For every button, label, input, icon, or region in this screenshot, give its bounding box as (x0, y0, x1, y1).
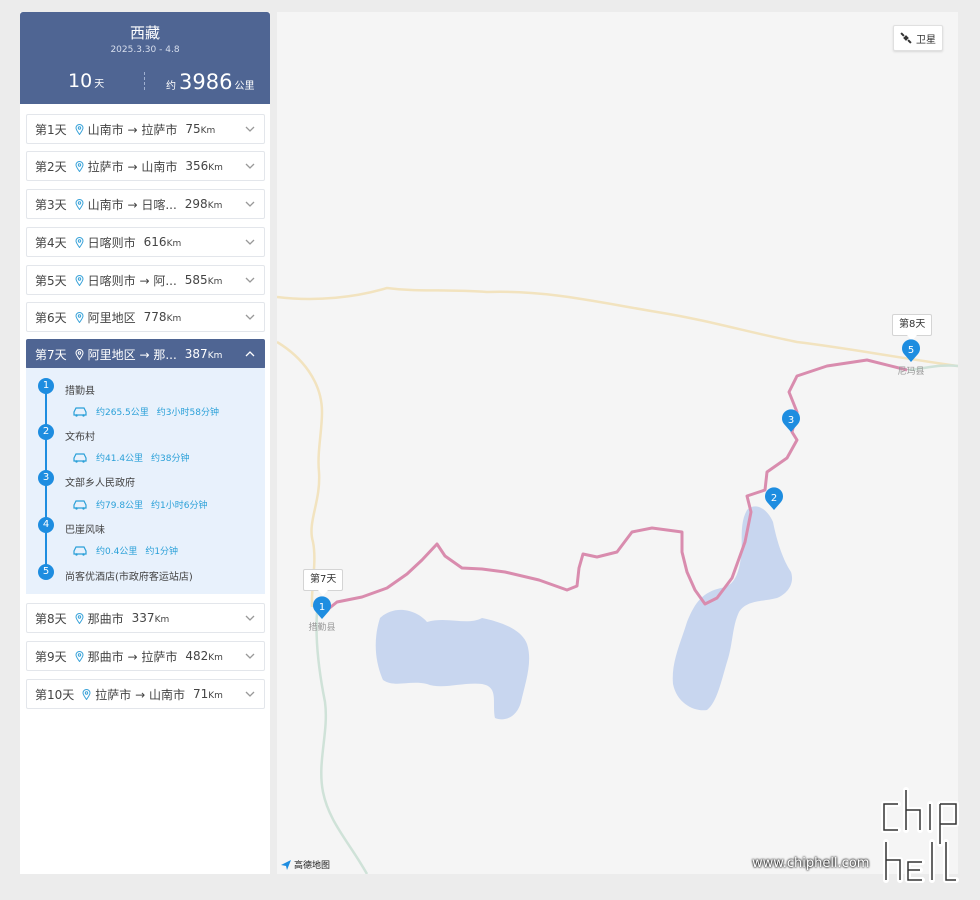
map-marker-1[interactable]: 1 (313, 596, 332, 619)
map-label-end: 尼玛县 (897, 366, 924, 377)
chiphell-logo (881, 787, 959, 883)
map-label-start: 措勤县 (308, 621, 335, 633)
marker-number: 3 (788, 415, 794, 426)
marker-number: 1 (319, 602, 325, 613)
map-marker-5[interactable]: 5 (902, 339, 920, 362)
map-markers-layer: 1 2 3 5 措勤县 尼玛县 (308, 339, 925, 633)
map-marker-2[interactable]: 2 (764, 487, 783, 510)
amap-logo-icon (281, 859, 291, 870)
map-marker-3[interactable]: 3 (782, 409, 800, 432)
watermark-site: www.chiphell.com (752, 856, 870, 871)
map-provider-name: 高德地图 (294, 861, 331, 871)
marker-number: 2 (771, 493, 777, 504)
map-provider-logo: 高德地图 (281, 858, 330, 871)
marker-number: 5 (908, 345, 914, 356)
